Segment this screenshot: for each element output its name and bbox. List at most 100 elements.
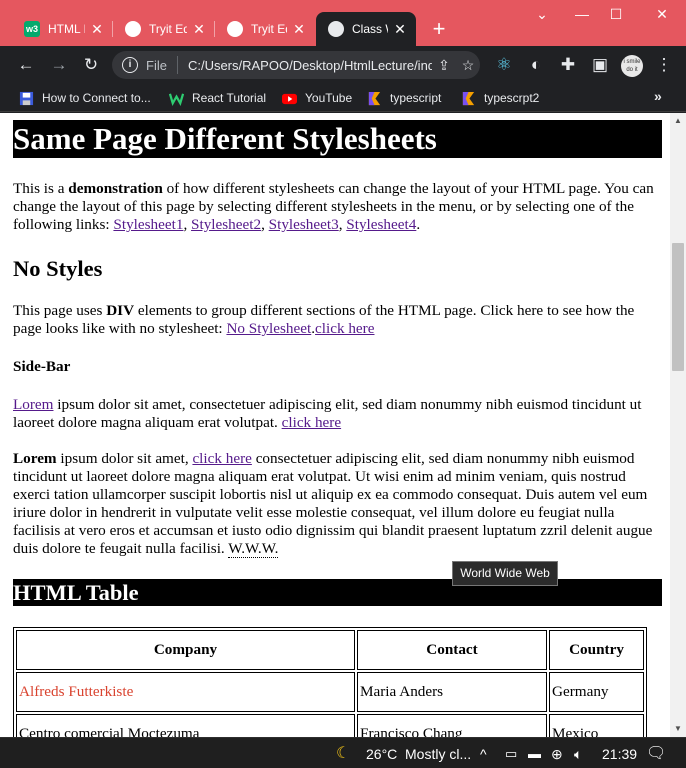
html-table-heading: HTML Table (13, 579, 662, 606)
w3schools-icon: w3 (24, 21, 40, 37)
language-globe-icon[interactable]: ⊕ (551, 744, 563, 764)
click-here-link[interactable]: click here (315, 320, 374, 337)
weather-temperature[interactable]: 26°C (366, 744, 397, 764)
browser-toolbar: ← → ↻ i File C:/Users/RAPOO/Desktop/Html… (0, 46, 686, 84)
close-icon[interactable]: ✕ (191, 21, 207, 38)
chevron-up-icon[interactable]: ^ (480, 744, 487, 764)
bookmark-item[interactable]: typescript (367, 88, 441, 108)
stylesheet1-link[interactable]: Stylesheet1 (113, 216, 183, 233)
extension-circle-icon[interactable]: ◐ (524, 53, 548, 77)
close-icon[interactable]: ✕ (392, 21, 408, 38)
bookmark-label: typescrpt2 (484, 91, 540, 105)
maximize-icon[interactable]: ☐ (606, 6, 626, 23)
chevron-down-icon[interactable]: ⌄ (532, 6, 552, 23)
close-icon[interactable]: ✕ (291, 21, 307, 38)
table-row: Alfreds Futterkiste Maria Anders Germany (16, 672, 644, 712)
scroll-down-arrow-icon[interactable]: ▼ (670, 721, 686, 737)
minimize-icon[interactable]: — (572, 6, 592, 22)
div-strong: DIV (106, 302, 135, 319)
table-cell: Maria Anders (357, 672, 547, 712)
battery-icon[interactable]: ▬ (528, 744, 541, 764)
intro-paragraph: This is a demonstration of how different… (13, 180, 654, 233)
www-abbreviation[interactable]: W.W.W. (228, 540, 279, 558)
tab-tryit-editor-2[interactable]: Tryit Editor v3.7 ✕ (215, 12, 315, 46)
sidebar-heading: Side-Bar (13, 358, 71, 375)
vertical-scrollbar[interactable]: ▲ ▼ (670, 113, 686, 737)
reload-icon[interactable]: ↻ (79, 53, 103, 77)
side-panel-icon[interactable]: ▣ (588, 53, 612, 77)
meet-now-icon[interactable]: ▭ (505, 744, 517, 764)
info-icon[interactable]: i (122, 57, 138, 73)
companies-table: Company Contact Country Alfreds Futterki… (13, 627, 647, 737)
scrollbar-thumb[interactable] (672, 243, 684, 371)
moon-weather-icon[interactable]: ☾ (336, 744, 350, 764)
click-here-link[interactable]: click here (282, 414, 341, 431)
w-logo-icon (169, 92, 184, 106)
more-bookmarks-button[interactable]: » (654, 88, 662, 104)
table-row: Centro comercial Moctezuma Francisco Cha… (16, 714, 644, 737)
volume-icon[interactable]: 🔈︎ (574, 744, 582, 764)
table-header-row: Company Contact Country (16, 630, 644, 670)
bookmark-item[interactable]: How to Connect to... (19, 88, 151, 108)
bookmark-label: typescript (390, 91, 442, 105)
stylesheet3-link[interactable]: Stylesheet3 (269, 216, 339, 233)
youtube-icon (282, 93, 297, 104)
stylesheet4-link[interactable]: Stylesheet4 (346, 216, 416, 233)
no-stylesheet-link[interactable]: No Stylesheet (226, 320, 311, 337)
tab-title: Tryit Editor v3.7 (251, 22, 287, 36)
bookmark-label: YouTube (305, 91, 353, 105)
window-close-icon[interactable]: ✕ (652, 6, 672, 23)
page-viewport: Same Page Different Stylesheets This is … (0, 113, 670, 737)
tab-html-templates[interactable]: w3 HTML Interactive Templates ✕ (12, 12, 113, 46)
back-arrow-icon[interactable]: ← (14, 53, 38, 77)
puzzle-extensions-icon[interactable]: ✚ (556, 53, 580, 77)
table-cell: Mexico (549, 714, 644, 737)
address-bar[interactable]: i File C:/Users/RAPOO/Desktop/HtmlLectur… (112, 51, 480, 79)
clock-time[interactable]: 21:39 (602, 744, 637, 764)
bookmark-item[interactable]: React Tutorial (169, 88, 266, 108)
lorem-strong: Lorem (13, 450, 57, 467)
table-cell: Alfreds Futterkiste (16, 672, 355, 712)
page-title: Same Page Different Stylesheets (13, 120, 662, 158)
bookmark-item[interactable]: YouTube (282, 88, 352, 108)
globe-icon (125, 21, 141, 37)
new-tab-button[interactable]: + (428, 17, 450, 41)
bookmark-flag-icon (462, 91, 475, 105)
lorem-paragraph: Lorem ipsum dolor sit amet, click here c… (13, 450, 653, 558)
scheme-label: File (146, 57, 167, 73)
profile-avatar[interactable]: i smile do it (621, 55, 643, 77)
lorem-link[interactable]: Lorem (13, 396, 53, 413)
close-icon[interactable]: ✕ (89, 21, 105, 38)
page-content: Same Page Different Stylesheets This is … (13, 120, 662, 737)
bookmark-item[interactable]: typescrpt2 (461, 88, 539, 108)
stylesheet2-link[interactable]: Stylesheet2 (191, 216, 261, 233)
table-cell: Germany (549, 672, 644, 712)
windows-taskbar: ☾ 26°C Mostly cl... ^ ▭ ▬ ⊕ 🔈︎ 21:39 🗨︎ (0, 737, 686, 768)
intro-strong: demonstration (68, 180, 163, 197)
scroll-up-arrow-icon[interactable]: ▲ (670, 113, 686, 129)
column-header-company: Company (16, 630, 355, 670)
no-styles-paragraph: This page uses DIV elements to group dif… (13, 302, 635, 337)
forward-arrow-icon[interactable]: → (47, 53, 71, 77)
tab-title: HTML Interactive Templates (48, 22, 85, 36)
table-cell: Centro comercial Moctezuma (16, 714, 355, 737)
globe-icon (227, 21, 243, 37)
tab-title: Class Website (352, 22, 388, 36)
share-icon[interactable]: ⇪ (432, 57, 456, 74)
click-here-link[interactable]: click here (192, 450, 251, 467)
abbr-tooltip: World Wide Web (452, 561, 558, 586)
sidebar-paragraph: Lorem ipsum dolor sit amet, consectetuer… (13, 396, 642, 431)
notification-icon[interactable]: 🗨︎ (646, 744, 666, 764)
menu-kebab-icon[interactable]: ⋮ (652, 53, 676, 77)
tab-class-website[interactable]: Class Website ✕ (316, 12, 416, 46)
bookmarks-bar: How to Connect to... React Tutorial YouT… (0, 84, 686, 112)
tab-strip: w3 HTML Interactive Templates ✕ Tryit Ed… (0, 0, 686, 46)
react-devtools-icon[interactable]: ⚛ (492, 53, 516, 77)
url-text[interactable]: C:/Users/RAPOO/Desktop/HtmlLecture/index… (188, 58, 432, 73)
weather-condition[interactable]: Mostly cl... (405, 744, 471, 764)
bookmark-flag-icon (368, 91, 381, 105)
tab-title: Tryit Editor v3.7 (149, 22, 187, 36)
star-icon[interactable]: ☆ (456, 57, 480, 74)
column-header-contact: Contact (357, 630, 547, 670)
tab-tryit-editor-1[interactable]: Tryit Editor v3.7 ✕ (113, 12, 215, 46)
